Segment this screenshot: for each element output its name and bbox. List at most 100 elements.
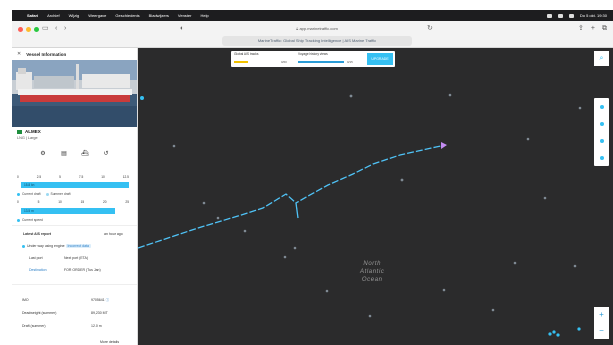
undo-icon[interactable]: ↺ bbox=[102, 149, 110, 157]
privacy-icon[interactable]: ◐ bbox=[180, 24, 184, 33]
menu-bladwijzers[interactable]: Bladwijzers bbox=[149, 13, 169, 18]
last-port-label: Last port bbox=[29, 256, 43, 260]
weather-button[interactable] bbox=[594, 132, 609, 149]
vessel-position-arrow[interactable] bbox=[441, 142, 447, 149]
destination-label[interactable]: Destination bbox=[29, 268, 47, 272]
ship-cluster[interactable] bbox=[548, 327, 581, 337]
back-icon[interactable]: ‹ bbox=[55, 24, 57, 33]
incorrect-data-badge[interactable]: Incorrect data bbox=[65, 244, 91, 248]
last-port-value: Next port (ETA) bbox=[64, 256, 89, 260]
vessel-actions: ⚙ ▤ ⛴ ↺ bbox=[39, 149, 110, 157]
url-text: app.marinetraffic.com bbox=[299, 26, 338, 31]
flag-icon bbox=[17, 129, 22, 134]
legend-label: Summer draft bbox=[50, 192, 71, 196]
forward-icon[interactable]: › bbox=[64, 24, 66, 33]
note-icon[interactable]: ▤ bbox=[60, 149, 68, 157]
reload-icon[interactable]: ↻ bbox=[427, 24, 433, 33]
tab-title: MarineTraffic: Global Ship Tracking Inte… bbox=[257, 38, 377, 43]
map-layer bbox=[138, 93, 582, 337]
menubar-clock[interactable]: Do 5 okt. 19:30 bbox=[580, 13, 607, 18]
minimize-window-button[interactable] bbox=[26, 27, 31, 32]
menu-venster[interactable]: Venster bbox=[178, 13, 192, 18]
browser-tab[interactable]: MarineTraffic: Global Ship Tracking Inte… bbox=[222, 36, 412, 46]
copy-icon[interactable]: ⓘ bbox=[106, 298, 110, 302]
zoom-window-button[interactable] bbox=[34, 27, 39, 32]
status-dot bbox=[22, 244, 25, 248]
draft-summer-value: 12.0 m bbox=[91, 324, 102, 328]
ocean-label-line: Atlantic bbox=[360, 269, 385, 275]
upgrade-button[interactable]: UPGRADE bbox=[367, 53, 393, 65]
legend-dot bbox=[17, 218, 20, 222]
ocean-label-line: Ocean bbox=[361, 277, 383, 283]
zoom-out-button[interactable]: − bbox=[594, 323, 609, 339]
status-text: Under way using engine bbox=[27, 244, 65, 248]
imo-value: 9705641 ⓘ bbox=[91, 298, 109, 303]
speed-legend: Current speed bbox=[17, 218, 43, 222]
route-icon[interactable]: ⛴ bbox=[81, 149, 89, 157]
menu-geschiedenis[interactable]: Geschiedenis bbox=[115, 13, 139, 18]
vessel-name: ALMEX bbox=[17, 129, 41, 134]
scale-tick: 10 bbox=[101, 175, 105, 179]
global-tracks-bar bbox=[234, 61, 248, 63]
draft-bar: 13.5 m bbox=[21, 208, 115, 214]
search-icon: ⌕ bbox=[599, 54, 604, 62]
vessel-track[interactable] bbox=[138, 144, 447, 249]
legend-current-draft: Current draft bbox=[17, 192, 41, 196]
map-canvas[interactable]: Global AIS tracks 0/60 Voyage history vi… bbox=[138, 48, 613, 345]
menu-app-name[interactable]: Safari bbox=[27, 13, 38, 18]
share-icon[interactable]: ⇪ bbox=[578, 24, 584, 33]
ship-marker-blue[interactable] bbox=[140, 96, 144, 100]
divider bbox=[12, 225, 137, 226]
battery-icon[interactable] bbox=[568, 13, 574, 18]
global-tracks-label: Global AIS tracks bbox=[234, 52, 259, 56]
filter-icon bbox=[599, 121, 604, 126]
vessel-photo[interactable] bbox=[12, 60, 137, 127]
panel-header: ✕ Vessel Information bbox=[12, 48, 137, 60]
speed-bar: 15.8 kn bbox=[21, 182, 129, 188]
ocean-label: North Atlantic Ocean bbox=[360, 260, 384, 284]
close-window-button[interactable] bbox=[18, 27, 23, 32]
draft-scale: 0 5 10 15 20 25 bbox=[17, 200, 129, 204]
menu-help[interactable]: Help bbox=[200, 13, 208, 18]
menu-wijzig[interactable]: Wijzig bbox=[69, 13, 80, 18]
menu-archief[interactable]: Archief bbox=[47, 13, 59, 18]
vessel-type: LNG | Large bbox=[17, 136, 38, 140]
legend-label: Current draft bbox=[22, 192, 41, 196]
legend-current-speed: Current speed bbox=[17, 218, 43, 222]
scale-tick: 0 bbox=[17, 175, 19, 179]
map-tools bbox=[594, 98, 609, 166]
ocean-label-line: North bbox=[363, 261, 382, 267]
wifi-icon[interactable] bbox=[557, 13, 563, 18]
more-details-link[interactable]: More details bbox=[100, 340, 119, 344]
lock-icon: 🔒︎ bbox=[296, 26, 299, 31]
zoom-controls: + − bbox=[594, 307, 609, 339]
measure-button[interactable] bbox=[594, 149, 609, 166]
layers-button[interactable] bbox=[594, 98, 609, 115]
speed-scale: 0 2.5 5 7.5 10 12.5 bbox=[17, 175, 129, 179]
status-icon[interactable] bbox=[546, 13, 552, 18]
tab-overview-icon[interactable]: ⧉ bbox=[602, 24, 607, 33]
subscription-overlay: Global AIS tracks 0/60 Voyage history vi… bbox=[231, 51, 395, 67]
browser-toolbar: ▭ ‹ › ◐ 🔒︎ app.marinetraffic.com ↻ Marin… bbox=[12, 21, 613, 48]
address-bar[interactable]: 🔒︎ app.marinetraffic.com bbox=[217, 24, 417, 33]
panel-title: Vessel Information bbox=[26, 51, 67, 57]
scale-tick: 5 bbox=[59, 175, 61, 179]
voyage-history-value: 0/15 bbox=[347, 60, 353, 64]
legend-summer-draft: Summer draft bbox=[45, 192, 71, 196]
draft-legend: Current draft Summer draft bbox=[17, 192, 71, 196]
layers-icon bbox=[599, 104, 604, 109]
destination-value: FOR ORDER (Tus Jan) bbox=[64, 268, 101, 272]
close-icon[interactable]: ✕ bbox=[17, 51, 21, 57]
menu-weergave[interactable]: Weergave bbox=[88, 13, 106, 18]
map-search-button[interactable]: ⌕ bbox=[594, 51, 609, 66]
deadweight-label: Deadweight (summer) bbox=[22, 311, 57, 315]
sidebar-toggle-icon[interactable]: ▭ bbox=[42, 24, 49, 33]
scale-tick: 20 bbox=[103, 200, 107, 204]
scale-tick: 12.5 bbox=[122, 175, 129, 179]
settings-icon[interactable]: ⚙ bbox=[39, 149, 47, 157]
new-tab-icon[interactable]: + bbox=[591, 24, 595, 33]
weather-icon bbox=[599, 138, 604, 143]
legend-label: Current speed bbox=[22, 218, 43, 222]
filter-button[interactable] bbox=[594, 115, 609, 132]
zoom-in-button[interactable]: + bbox=[594, 307, 609, 323]
